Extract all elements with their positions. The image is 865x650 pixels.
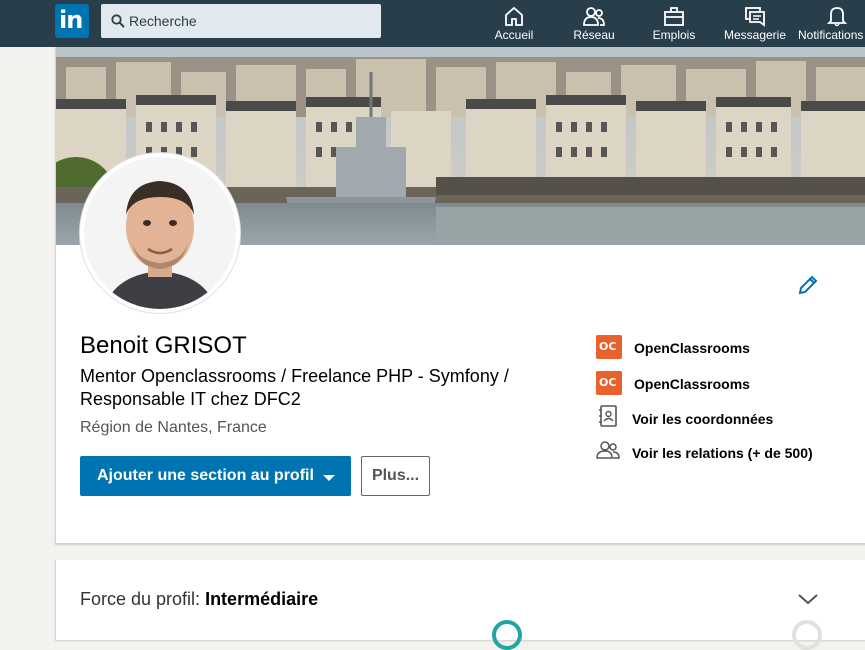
nav-home-label: Accueil: [494, 28, 534, 42]
profile-strength-value: Intermédiaire: [205, 589, 319, 609]
search-icon: [111, 14, 125, 28]
search-box[interactable]: [101, 4, 381, 38]
avatar[interactable]: [80, 153, 240, 313]
nav-network-label: Réseau: [573, 28, 615, 42]
profile-strength-label: Force du profil:: [80, 589, 206, 609]
connections-icon: [596, 441, 620, 459]
company-name: OpenClassrooms: [634, 376, 750, 392]
openclassrooms-logo-icon: OC: [596, 371, 622, 395]
nav-network[interactable]: Réseau: [570, 5, 618, 45]
nav-home[interactable]: Accueil: [493, 5, 535, 45]
profile-strength: Force du profil: Intermédiaire: [80, 589, 318, 610]
home-icon: [505, 6, 523, 26]
profile-location: Région de Nantes, France: [80, 419, 267, 436]
profile-card: Benoit GRISOT Mentor Openclassrooms / Fr…: [55, 47, 865, 544]
profile-strength-card: Force du profil: Intermédiaire: [55, 560, 865, 650]
address-book-icon: [599, 405, 617, 427]
top-nav: in Accueil Réseau Emplois Messagerie Not…: [0, 0, 865, 47]
profile-headline: Mentor Openclassrooms / Freelance PHP - …: [80, 366, 509, 409]
more-button[interactable]: Plus...: [361, 456, 430, 496]
strength-meter-ring: [492, 620, 522, 650]
add-section-button[interactable]: Ajouter une section au profil: [80, 456, 351, 496]
connections-label: Voir les relations (+ de 500): [632, 445, 813, 461]
linkedin-logo[interactable]: in: [55, 4, 89, 38]
nav-notifications[interactable]: Notifications: [798, 5, 865, 45]
openclassrooms-logo-icon: OC: [596, 335, 622, 359]
profile-name: Benoit GRISOT: [80, 332, 247, 359]
chevron-down-icon[interactable]: [796, 590, 820, 608]
caret-down-icon: [323, 475, 335, 481]
briefcase-icon: [664, 7, 684, 26]
edit-pencil-icon[interactable]: [796, 273, 820, 297]
company-name: OpenClassrooms: [634, 340, 750, 356]
network-icon: [583, 7, 605, 26]
messaging-icon: [745, 7, 765, 27]
nav-messaging[interactable]: Messagerie: [722, 5, 788, 45]
search-input[interactable]: [129, 4, 374, 38]
bell-icon: [826, 7, 848, 27]
nav-notifications-label: Notifications: [798, 28, 864, 42]
nav-jobs[interactable]: Emplois: [650, 5, 698, 45]
nav-jobs-label: Emplois: [652, 28, 696, 42]
add-section-label: Ajouter une section au profil: [97, 467, 314, 484]
contact-info-label: Voir les coordonnées: [632, 411, 774, 427]
avatar-photo: [84, 157, 236, 309]
strength-meter-ring: [792, 620, 822, 650]
nav-messaging-label: Messagerie: [723, 28, 787, 42]
